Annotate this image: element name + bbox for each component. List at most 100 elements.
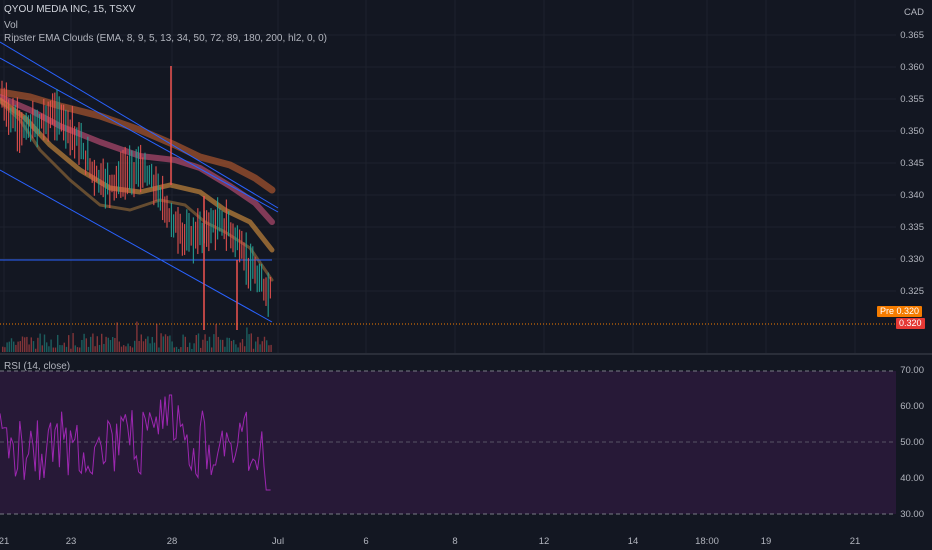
volume-bar — [134, 340, 136, 352]
volume-bar — [189, 342, 191, 352]
volume-bar — [48, 346, 50, 352]
volume-bar — [180, 347, 182, 352]
volume-bar — [211, 347, 213, 352]
volume-bar — [186, 347, 189, 352]
volume-bar — [123, 345, 125, 352]
volume-bar — [246, 327, 248, 352]
time-tick: 12 — [538, 536, 550, 547]
volume-bar — [224, 346, 226, 352]
volume-bar — [39, 333, 41, 352]
last-price-badge: 0.320 — [896, 318, 925, 329]
volume-bar — [118, 341, 120, 352]
volume-bar — [6, 342, 8, 352]
price-tick: 0.355 — [900, 94, 924, 105]
price-tick: 0.340 — [900, 190, 924, 201]
rsi-tick: 60.00 — [900, 401, 924, 412]
volume-bar — [105, 336, 107, 352]
volume-bar — [4, 347, 6, 352]
volume-bar — [68, 335, 70, 352]
time-tick: Jul — [271, 536, 285, 547]
volume-bar — [26, 336, 28, 352]
volume-bar — [195, 335, 197, 352]
indicator-legend[interactable]: Ripster EMA Clouds (EMA, 8, 9, 5, 13, 34… — [4, 33, 327, 44]
volume-bar — [87, 346, 90, 352]
volume-bar — [208, 336, 211, 352]
volume-bar — [50, 339, 52, 352]
volume-bar — [164, 334, 167, 352]
volume-bar — [46, 342, 48, 352]
rsi-pane[interactable]: RSI (14, close) — [0, 355, 896, 530]
volume-bar — [79, 347, 81, 352]
price-chart-pane[interactable]: QYOU MEDIA INC, 15, TSXV Vol Ripster EMA… — [0, 0, 896, 353]
time-tick: 19 — [760, 536, 772, 547]
volume-bar — [57, 334, 59, 352]
volume-bar — [103, 343, 105, 352]
volume-bar — [37, 337, 39, 352]
price-chart-canvas[interactable] — [0, 0, 896, 353]
volume-bar — [63, 342, 65, 352]
volume-bar — [239, 342, 241, 352]
rsi-tick: 40.00 — [900, 473, 924, 484]
rsi-legend[interactable]: RSI (14, close) — [4, 361, 70, 372]
volume-bar — [171, 341, 173, 352]
volume-bar — [191, 348, 193, 352]
volume-label[interactable]: Vol — [4, 20, 18, 31]
symbol-title[interactable]: QYOU MEDIA INC, 15, TSXV — [4, 4, 136, 15]
volume-bar — [72, 333, 74, 352]
time-axis[interactable] — [0, 530, 932, 550]
time-tick: 18:00 — [695, 536, 719, 547]
volume-bar — [32, 341, 35, 352]
volume-bar — [263, 336, 266, 352]
rsi-tick: 50.00 — [900, 437, 924, 448]
volume-bar — [35, 348, 37, 352]
volume-bar — [138, 340, 140, 352]
volume-bar — [136, 321, 138, 352]
volume-bar — [96, 336, 98, 352]
volume-bar — [261, 341, 263, 352]
price-tick: 0.335 — [900, 222, 924, 233]
volume-bar — [151, 336, 153, 352]
volume-bar — [202, 339, 204, 352]
volume-bar — [215, 324, 217, 352]
volume-bar — [173, 347, 175, 352]
time-tick: 14 — [627, 536, 639, 547]
volume-bar — [76, 347, 79, 352]
volume-bar — [109, 340, 112, 352]
volume-bar — [41, 345, 43, 352]
volume-bar — [59, 345, 61, 352]
volume-bar — [233, 339, 235, 352]
price-tick: 0.325 — [900, 286, 924, 297]
price-axis[interactable]: CAD 0.365 0.360 0.355 0.350 0.345 0.340 … — [896, 0, 932, 530]
price-tick: 0.330 — [900, 254, 924, 265]
volume-bar — [156, 323, 158, 352]
volume-bar — [8, 341, 10, 352]
volume-bar — [252, 348, 255, 352]
volume-bar — [248, 334, 250, 352]
time-tick: 28 — [166, 536, 178, 547]
time-tick: 8 — [452, 536, 458, 547]
premarket-label: Pre — [880, 306, 895, 316]
volume-bar — [13, 341, 15, 352]
volume-bar — [204, 334, 206, 352]
price-tick: 0.360 — [900, 62, 924, 73]
volume-bar — [219, 339, 222, 352]
volume-bar — [193, 343, 195, 352]
volume-bar — [250, 333, 252, 352]
volume-bar — [2, 346, 4, 352]
time-tick: 21 — [849, 536, 861, 547]
volume-bar — [129, 346, 131, 352]
volume-bar — [125, 346, 127, 352]
volume-bar — [94, 346, 96, 352]
volume-bar — [61, 345, 63, 352]
volume-bar — [226, 337, 228, 352]
price-tick: 0.345 — [900, 158, 924, 169]
volume-bar — [65, 346, 68, 352]
volume-bar — [81, 339, 83, 352]
rsi-canvas[interactable] — [0, 355, 896, 530]
volume-bar — [213, 334, 215, 352]
volume-bar — [200, 347, 202, 352]
volume-bar — [147, 336, 149, 352]
volume-bar — [257, 336, 259, 352]
volume-bar — [153, 342, 156, 352]
volume-bar — [145, 338, 147, 352]
